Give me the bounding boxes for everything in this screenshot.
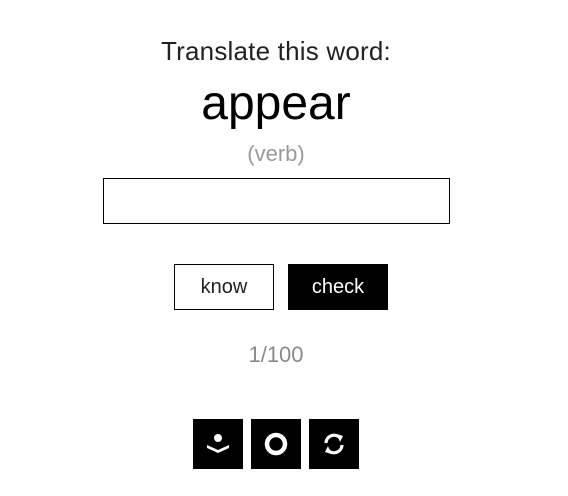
- check-button[interactable]: check: [288, 264, 388, 310]
- prompt-heading: Translate this word:: [161, 36, 391, 66]
- part-of-speech: (verb): [247, 141, 305, 166]
- quiz-page: Translate this word: appear (verb) know …: [0, 0, 568, 496]
- reading-person-icon: [207, 434, 229, 453]
- answer-input[interactable]: [103, 178, 450, 224]
- progress-counter: 1/100: [248, 342, 304, 367]
- quiz-word: appear: [201, 77, 351, 130]
- refresh-icon: [324, 433, 344, 455]
- know-button[interactable]: know: [174, 264, 274, 310]
- circle-icon: [264, 432, 288, 456]
- refresh-button[interactable]: [309, 419, 359, 469]
- learn-button[interactable]: [193, 419, 243, 469]
- circle-button[interactable]: [251, 419, 301, 469]
